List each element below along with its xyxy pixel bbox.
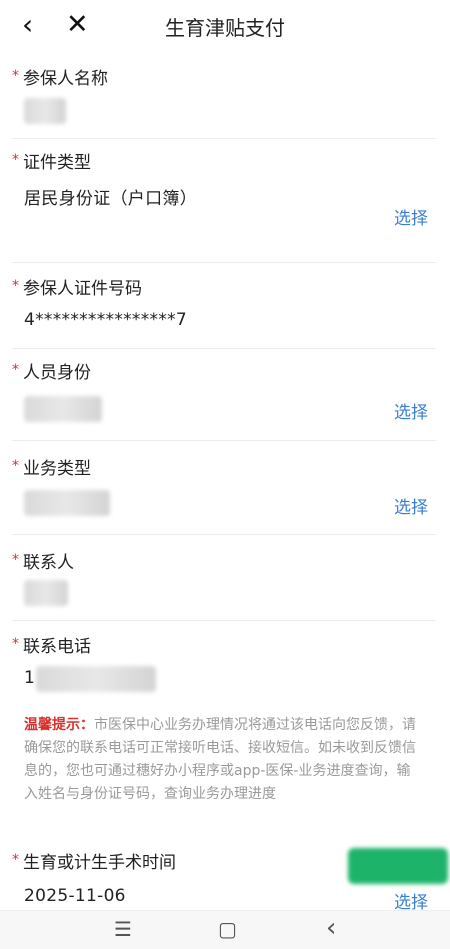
system-back-icon[interactable]: ‹ — [326, 913, 336, 943]
required-mark: * — [12, 362, 19, 378]
insured-name-value-redacted — [24, 98, 66, 124]
page-title: 生育津贴支付 — [165, 16, 285, 40]
divider — [12, 348, 436, 349]
surgery-time-value[interactable]: 2025-11-06 — [24, 886, 126, 906]
required-mark: * — [12, 458, 19, 474]
divider — [12, 262, 436, 263]
business-type-select-button[interactable]: 选择 — [394, 493, 428, 518]
business-type-value-redacted — [24, 490, 110, 516]
divider — [12, 620, 436, 621]
top-bar: ‹ ✕ 生育津贴支付 — [0, 0, 450, 52]
contact-label: * 联系人 — [12, 552, 74, 573]
business-type-label: * 业务类型 — [12, 458, 91, 479]
id-type-value[interactable]: 居民身份证（户口簿） — [24, 184, 197, 209]
divider — [12, 534, 436, 535]
home-icon[interactable]: ▢ — [218, 917, 237, 941]
id-number-label: * 参保人证件号码 — [12, 278, 142, 299]
required-mark: * — [12, 152, 19, 168]
divider — [12, 440, 436, 441]
insured-name-label: * 参保人名称 — [12, 68, 108, 89]
surgery-time-label: * 生育或计生手术时间 — [12, 852, 176, 873]
system-nav-bar: ☰ ▢ ‹ — [0, 910, 450, 949]
id-type-label: * 证件类型 — [12, 152, 91, 173]
identity-label: * 人员身份 — [12, 362, 91, 383]
identity-value-redacted — [24, 396, 102, 422]
tip-title: 温馨提示： — [24, 717, 94, 733]
identity-select-button[interactable]: 选择 — [394, 398, 428, 423]
required-mark: * — [12, 852, 19, 868]
required-mark: * — [12, 68, 19, 84]
tip-text: 温馨提示：市医保中心业务办理情况将通过该电话向您反馈，请确保您的联系电话可正常接… — [24, 714, 424, 806]
required-mark: * — [12, 552, 19, 568]
contact-value-redacted — [24, 580, 68, 606]
required-mark: * — [12, 636, 19, 652]
divider — [12, 138, 436, 139]
phone-label: * 联系电话 — [12, 636, 91, 657]
floating-green-button-redacted[interactable] — [348, 848, 448, 884]
required-mark: * — [12, 278, 19, 294]
phone-value-prefix[interactable]: 1 — [24, 668, 35, 688]
phone-value-redacted — [36, 666, 156, 692]
menu-icon[interactable]: ☰ — [114, 917, 132, 941]
id-type-select-button[interactable]: 选择 — [394, 204, 428, 229]
id-number-value: 4****************7 — [24, 310, 188, 330]
